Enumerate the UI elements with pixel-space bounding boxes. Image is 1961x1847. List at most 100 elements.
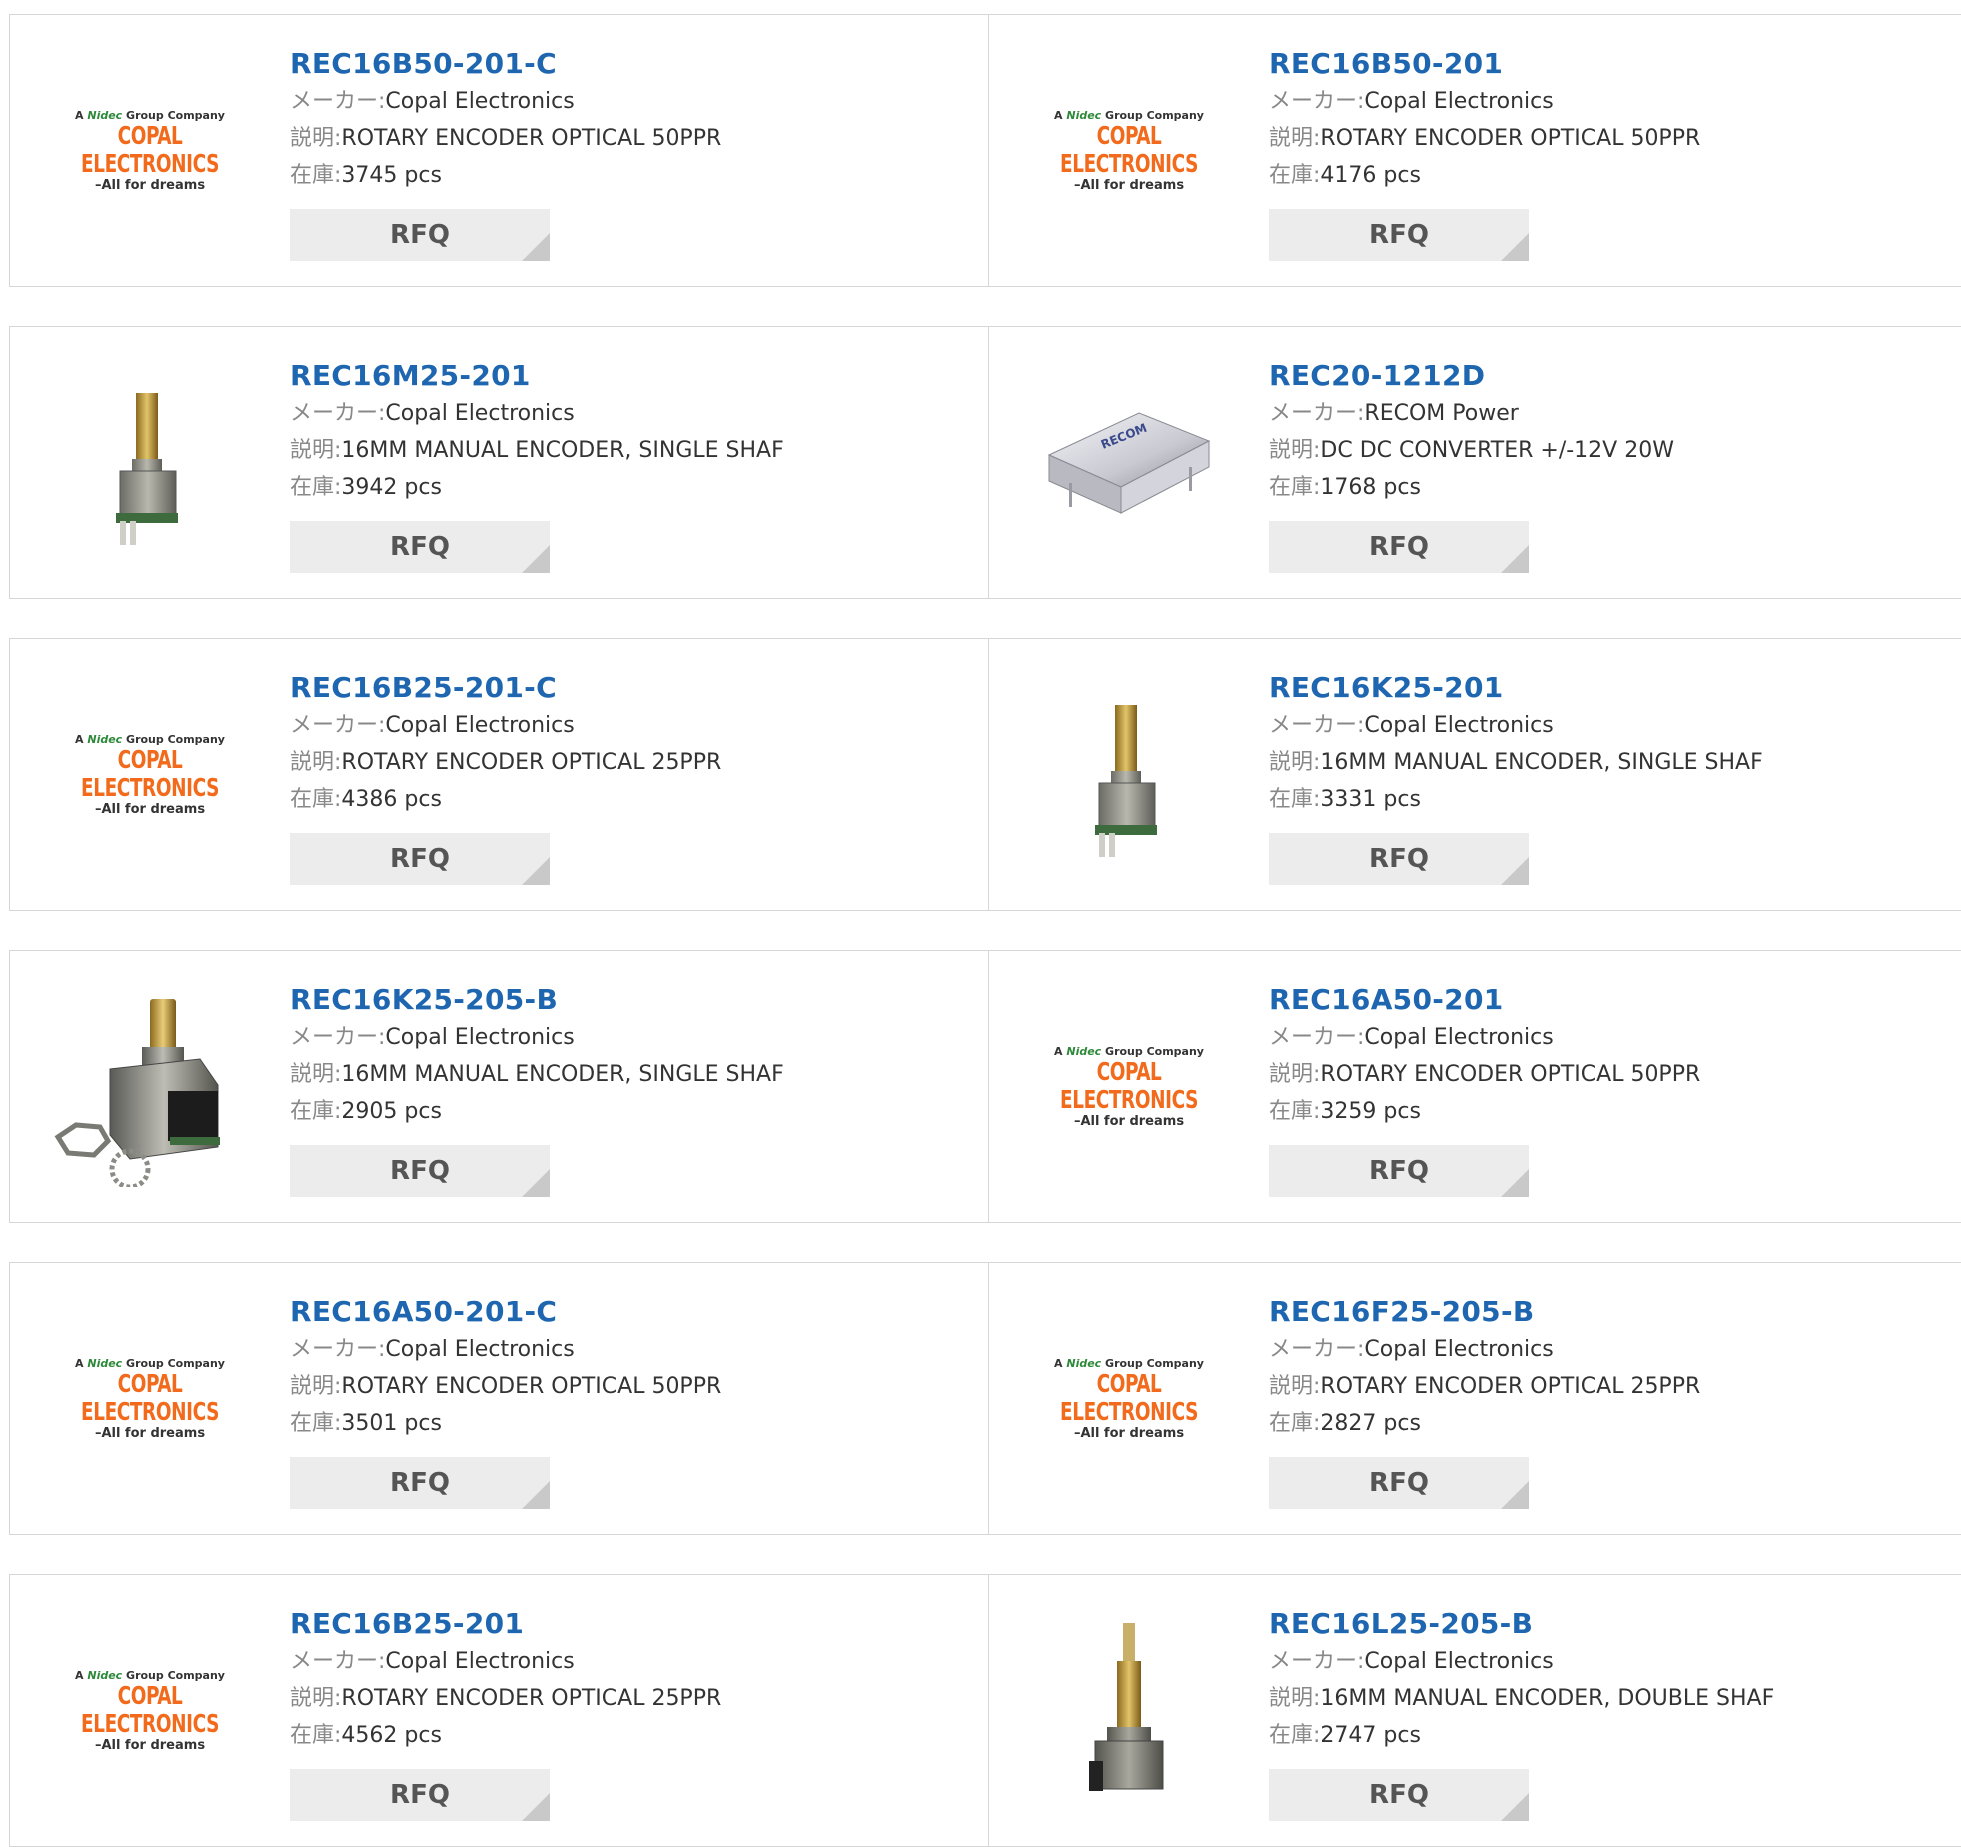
maker-label: メーカー: xyxy=(1269,1025,1365,1050)
product-row: A Nidec Group Company COPAL ELECTRONICS –A… xyxy=(9,1574,1961,1847)
maker-value: Copal Electronics xyxy=(385,713,575,738)
product-info: REC16F25-205-B メーカー:Copal Electronics 説明:R… xyxy=(1269,1293,1700,1509)
maker-value: Copal Electronics xyxy=(1364,713,1554,738)
rfq-button[interactable]: RFQ xyxy=(290,833,550,885)
description-value: ROTARY ENCODER OPTICAL 25PPR xyxy=(341,750,722,775)
rfq-button[interactable]: RFQ xyxy=(1269,1457,1529,1509)
rfq-button[interactable]: RFQ xyxy=(290,1457,550,1509)
stock-value: 3501 pcs xyxy=(341,1411,442,1436)
rfq-button[interactable]: RFQ xyxy=(290,209,550,261)
rfq-button[interactable]: RFQ xyxy=(290,1145,550,1197)
description-value: 16MM MANUAL ENCODER, DOUBLE SHAF xyxy=(1320,1686,1775,1711)
part-number-link[interactable]: REC16K25-205-B xyxy=(290,981,784,1019)
product-thumbnail[interactable]: A Nidec Group Company COPAL ELECTRONICS –A… xyxy=(50,1299,250,1499)
part-number-link[interactable]: REC16K25-201 xyxy=(1269,669,1763,707)
description-label: 説明: xyxy=(290,438,342,463)
stock-label: 在庫: xyxy=(1269,163,1321,188)
product-thumbnail[interactable]: A Nidec Group Company COPAL ELECTRONICS –A… xyxy=(50,675,250,875)
rfq-button[interactable]: RFQ xyxy=(1269,833,1529,885)
stock-label: 在庫: xyxy=(290,1411,342,1436)
stock-label: 在庫: xyxy=(290,475,342,500)
part-number-link[interactable]: REC16M25-201 xyxy=(290,357,784,395)
product-thumbnail[interactable]: A Nidec Group Company COPAL ELECTRONICS –A… xyxy=(1029,1299,1229,1499)
part-number-link[interactable]: REC16A50-201 xyxy=(1269,981,1700,1019)
stock-field: 在庫:4562 pcs xyxy=(290,1717,721,1754)
product-info: REC16K25-201 メーカー:Copal Electronics 説明:16M… xyxy=(1269,669,1763,885)
maker-label: メーカー: xyxy=(1269,401,1365,426)
maker-value: Copal Electronics xyxy=(1364,1649,1554,1674)
stock-field: 在庫:4386 pcs xyxy=(290,781,721,818)
encoder-with-nut-image xyxy=(54,999,220,1187)
encoder-single-shaft-image xyxy=(1095,705,1157,857)
dc-converter-image: RECOM xyxy=(1047,412,1211,514)
description-value: ROTARY ENCODER OPTICAL 50PPR xyxy=(1320,1062,1701,1087)
product-thumbnail[interactable]: A Nidec Group Company COPAL ELECTRONICS –A… xyxy=(50,51,250,251)
maker-value: Copal Electronics xyxy=(1364,1337,1554,1362)
maker-label: メーカー: xyxy=(290,401,386,426)
part-number-link[interactable]: REC16B25-201 xyxy=(290,1605,721,1643)
description-value: ROTARY ENCODER OPTICAL 50PPR xyxy=(341,1374,722,1399)
rfq-button[interactable]: RFQ xyxy=(1269,1145,1529,1197)
product-thumbnail[interactable] xyxy=(1029,1611,1229,1811)
maker-label: メーカー: xyxy=(1269,1337,1365,1362)
part-number-link[interactable]: REC16F25-205-B xyxy=(1269,1293,1700,1331)
product-row: A Nidec Group Company COPAL ELECTRONICS –A… xyxy=(9,1262,1961,1535)
stock-label: 在庫: xyxy=(1269,1099,1321,1124)
description-label: 説明: xyxy=(1269,126,1321,151)
maker-field: メーカー:Copal Electronics xyxy=(1269,83,1700,120)
part-number-link[interactable]: REC16A50-201-C xyxy=(290,1293,721,1331)
maker-label: メーカー: xyxy=(290,89,386,114)
product-card: A Nidec Group Company COPAL ELECTRONICS –A… xyxy=(10,639,988,910)
rfq-button[interactable]: RFQ xyxy=(290,521,550,573)
stock-value: 3942 pcs xyxy=(341,475,442,500)
part-number-link[interactable]: REC16L25-205-B xyxy=(1269,1605,1774,1643)
rfq-button[interactable]: RFQ xyxy=(1269,1769,1529,1821)
product-info: REC16K25-205-B メーカー:Copal Electronics 説明:1… xyxy=(290,981,784,1197)
description-field: 説明:ROTARY ENCODER OPTICAL 50PPR xyxy=(290,120,721,157)
maker-field: メーカー:Copal Electronics xyxy=(290,83,721,120)
product-row: REC16M25-201 メーカー:Copal Electronics 説明:16M… xyxy=(9,326,1961,599)
product-thumbnail[interactable]: A Nidec Group Company COPAL ELECTRONICS –A… xyxy=(1029,51,1229,251)
encoder-double-shaft-image xyxy=(1089,1623,1164,1791)
product-card: A Nidec Group Company COPAL ELECTRONICS –A… xyxy=(988,951,1961,1222)
product-card: REC16K25-205-B メーカー:Copal Electronics 説明:1… xyxy=(10,951,988,1222)
description-field: 説明:ROTARY ENCODER OPTICAL 50PPR xyxy=(1269,1056,1700,1093)
product-thumbnail[interactable] xyxy=(50,987,250,1187)
product-card: A Nidec Group Company COPAL ELECTRONICS –A… xyxy=(10,1575,988,1846)
description-label: 説明: xyxy=(290,1374,342,1399)
copal-logo: A Nidec Group Company COPAL ELECTRONICS –A… xyxy=(75,1357,225,1441)
copal-logo: A Nidec Group Company COPAL ELECTRONICS –A… xyxy=(1054,1045,1204,1129)
description-field: 説明:16MM MANUAL ENCODER, DOUBLE SHAF xyxy=(1269,1680,1774,1717)
product-thumbnail[interactable]: RECOM xyxy=(1029,363,1229,563)
stock-label: 在庫: xyxy=(290,163,342,188)
rfq-button[interactable]: RFQ xyxy=(290,1769,550,1821)
rfq-button[interactable]: RFQ xyxy=(1269,521,1529,573)
maker-label: メーカー: xyxy=(290,1337,386,1362)
product-thumbnail[interactable] xyxy=(50,363,250,563)
maker-label: メーカー: xyxy=(1269,1649,1365,1674)
part-number-link[interactable]: REC16B25-201-C xyxy=(290,669,721,707)
part-number-link[interactable]: REC16B50-201-C xyxy=(290,45,721,83)
product-card: A Nidec Group Company COPAL ELECTRONICS –A… xyxy=(988,15,1961,286)
stock-label: 在庫: xyxy=(1269,1411,1321,1436)
maker-field: メーカー:Copal Electronics xyxy=(1269,1643,1774,1680)
part-number-link[interactable]: REC16B50-201 xyxy=(1269,45,1700,83)
description-label: 説明: xyxy=(1269,750,1321,775)
maker-label: メーカー: xyxy=(290,1649,386,1674)
product-card: REC16M25-201 メーカー:Copal Electronics 説明:16M… xyxy=(10,327,988,598)
rfq-button[interactable]: RFQ xyxy=(1269,209,1529,261)
stock-field: 在庫:3331 pcs xyxy=(1269,781,1763,818)
product-thumbnail[interactable]: A Nidec Group Company COPAL ELECTRONICS –A… xyxy=(50,1611,250,1811)
product-thumbnail[interactable]: A Nidec Group Company COPAL ELECTRONICS –A… xyxy=(1029,987,1229,1187)
maker-value: Copal Electronics xyxy=(385,401,575,426)
stock-field: 在庫:1768 pcs xyxy=(1269,469,1674,506)
product-info: REC16B50-201-C メーカー:Copal Electronics 説明:R… xyxy=(290,45,721,261)
stock-value: 3745 pcs xyxy=(341,163,442,188)
copal-logo: A Nidec Group Company COPAL ELECTRONICS –A… xyxy=(75,109,225,193)
part-number-link[interactable]: REC20-1212D xyxy=(1269,357,1674,395)
product-card: A Nidec Group Company COPAL ELECTRONICS –A… xyxy=(10,15,988,286)
product-row: A Nidec Group Company COPAL ELECTRONICS –A… xyxy=(9,14,1961,287)
product-thumbnail[interactable] xyxy=(1029,675,1229,875)
copal-logo: A Nidec Group Company COPAL ELECTRONICS –A… xyxy=(75,733,225,817)
product-row: REC16K25-205-B メーカー:Copal Electronics 説明:1… xyxy=(9,950,1961,1223)
